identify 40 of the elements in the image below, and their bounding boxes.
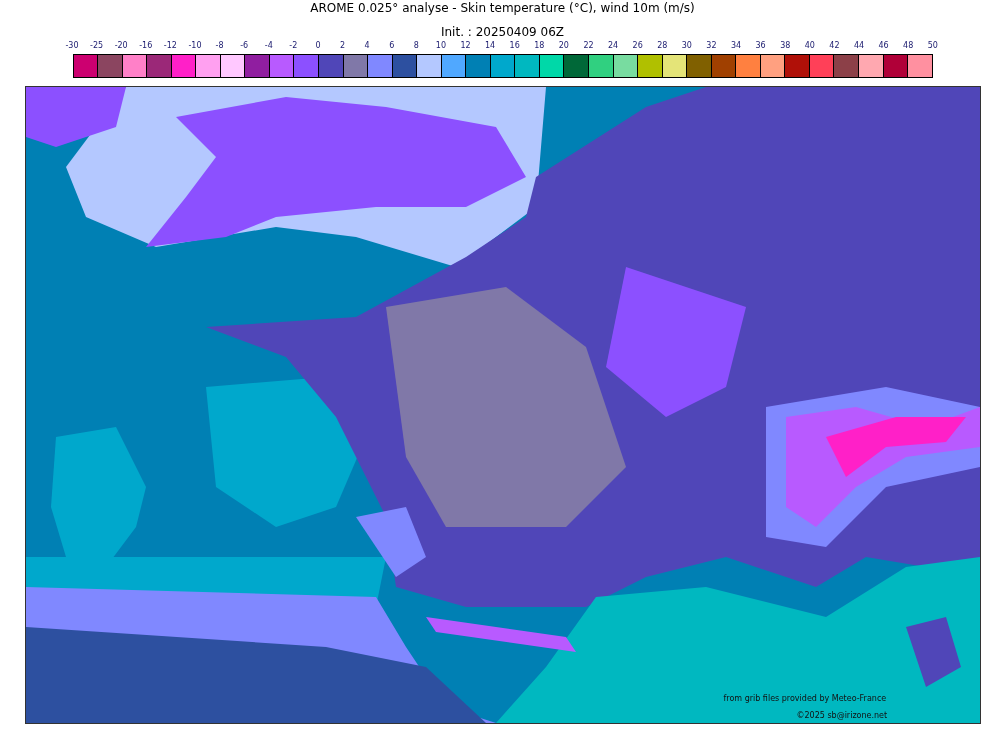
legend-tick-label: 38 [779,41,792,51]
legend-tick-label: 20 [557,41,570,51]
legend-tick-label: 2 [339,41,347,51]
legend-tick-label: 8 [412,41,420,51]
legend-tick-label: 14 [484,41,497,51]
legend-tick-label: 50 [926,41,939,51]
credits-text: from grib files provided by Meteo-France [723,694,887,703]
legend-tick-label: -6 [239,41,250,51]
legend-tick-label: 30 [680,41,693,51]
legend-tick-label: 26 [631,41,644,51]
legend-tick-label: 24 [606,41,620,51]
legend-tick-label: 28 [656,41,669,51]
legend-tick-label: -20 [113,41,129,51]
legend-tick-label: -4 [263,41,274,51]
legend-tick-label: -2 [288,41,299,51]
legend-tick-label: 22 [582,41,595,51]
legend-tick-label: -25 [89,41,105,51]
legend-tick-label: -16 [138,41,154,51]
legend-tick-label: 42 [828,41,841,51]
chart-subtitle: Init. : 20250409 06Z [440,25,565,39]
legend-tick-label: 0 [314,41,322,51]
legend-tick-label: 4 [363,41,371,51]
legend-tick-label: 48 [902,41,915,51]
legend-tick-label: -8 [214,41,225,51]
legend-tick-label: 18 [533,41,546,51]
legend-tick-label: 10 [434,41,447,51]
legend-tick-label: 6 [388,41,396,51]
chart-title: AROME 0.025° analyse - Skin temperature (°C), wind 10m (m/s) [310,1,695,15]
legend-tick-label: -30 [64,41,80,51]
legend-tick-label: 36 [754,41,767,51]
legend-tick-label: 34 [729,41,743,51]
copyright-text: ©2025 sb@irizone.net [796,711,888,720]
legend-tick-label: -10 [187,41,203,51]
legend-tick-label: 46 [877,41,890,51]
legend-tick-label: -12 [162,41,178,51]
legend-tick-label: 12 [459,41,472,51]
legend-tick-label: 40 [803,41,816,51]
legend-tick-label: 32 [705,41,718,51]
legend-tick-label: 44 [852,41,866,51]
legend-tick-label: 16 [508,41,521,51]
